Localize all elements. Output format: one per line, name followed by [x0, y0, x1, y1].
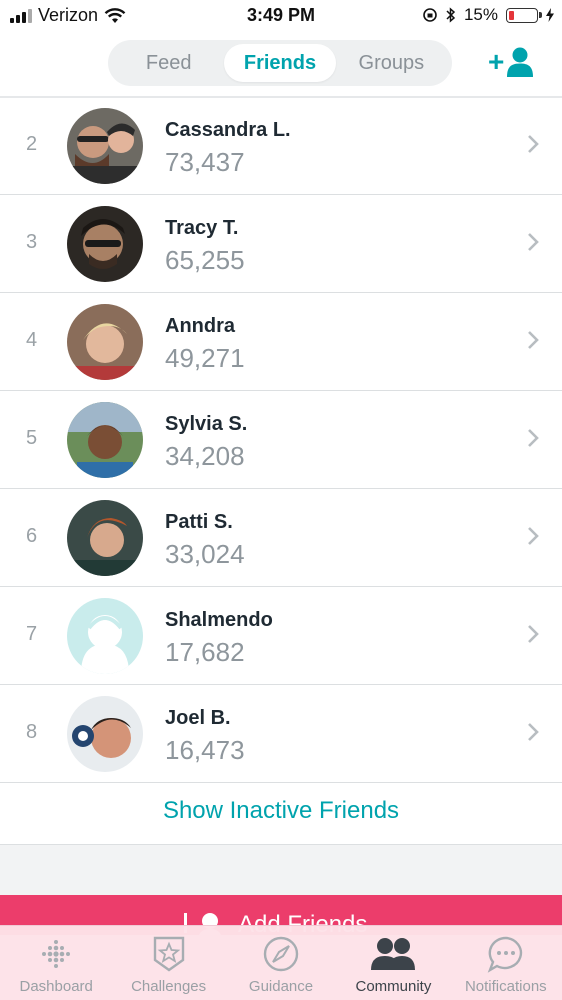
avatar: [67, 206, 143, 282]
friends-leaderboard: 2 Cassandra L. 73,437 3 Tracy T. 65,255 …: [0, 97, 562, 783]
avatar: [67, 402, 143, 478]
show-inactive-friends-link[interactable]: Show Inactive Friends: [0, 778, 562, 845]
community-header: Feed Friends Groups +: [0, 32, 562, 98]
status-right: 15%: [422, 5, 554, 25]
leaderboard-row[interactable]: 8 Joel B. 16,473: [0, 685, 562, 783]
leaderboard-row[interactable]: 2 Cassandra L. 73,437: [0, 97, 562, 195]
friend-name: Tracy T.: [165, 217, 239, 239]
tab-community[interactable]: Community: [337, 926, 449, 1000]
tab-notifications[interactable]: Notifications: [450, 926, 562, 1000]
chevron-right-icon: [528, 625, 539, 643]
star-badge-icon: [153, 936, 184, 972]
friend-name: Shalmendo: [165, 609, 273, 631]
chevron-right-icon: [528, 233, 539, 251]
tab-friends[interactable]: Friends: [224, 44, 336, 82]
step-count: 33,024: [165, 539, 245, 569]
chevron-right-icon: [528, 429, 539, 447]
plus-icon: +: [488, 46, 505, 77]
tab-label: Challenges: [131, 978, 207, 995]
step-count: 16,473: [165, 735, 245, 765]
leaderboard-row[interactable]: 6 Patti S. 33,024: [0, 489, 562, 587]
rank-number: 8: [26, 721, 38, 743]
bluetooth-icon: [446, 7, 456, 23]
charging-bolt-icon: [546, 8, 554, 22]
section-spacer: [0, 845, 562, 895]
avatar: [67, 500, 143, 576]
orientation-lock-icon: [423, 8, 437, 22]
add-user-icon: [507, 47, 534, 77]
dashboard-dots-icon: [42, 940, 71, 968]
rank-number: 5: [26, 427, 38, 449]
leaderboard-row[interactable]: 7 Shalmendo 17,682: [0, 587, 562, 685]
tab-dashboard[interactable]: Dashboard: [0, 926, 112, 1000]
chevron-right-icon: [528, 723, 539, 741]
avatar: [67, 696, 143, 772]
battery-level: [509, 10, 514, 20]
battery-icon: [506, 7, 542, 23]
chat-bubble-icon: [487, 936, 522, 973]
friend-name: Anndra: [165, 315, 235, 337]
friend-name: Joel B.: [165, 707, 231, 729]
compass-icon: [263, 936, 299, 972]
friend-name: Cassandra L.: [165, 119, 291, 141]
tab-label: Guidance: [248, 978, 314, 995]
rank-number: 4: [26, 329, 38, 351]
status-bar: Verizon 3:49 PM 15%: [0, 0, 562, 32]
default-avatar-icon: [67, 598, 143, 674]
chevron-right-icon: [528, 135, 539, 153]
leaderboard-row[interactable]: 4 Anndra 49,271: [0, 293, 562, 391]
tab-feed[interactable]: Feed: [113, 44, 224, 82]
avatar: [67, 108, 143, 184]
step-count: 34,208: [165, 441, 245, 471]
add-friend-button[interactable]: +: [488, 44, 540, 80]
community-segmented-control: Feed Friends Groups: [108, 40, 452, 86]
step-count: 49,271: [165, 343, 245, 373]
step-count: 17,682: [165, 637, 245, 667]
friend-name: Patti S.: [165, 511, 233, 533]
tab-challenges[interactable]: Challenges: [112, 926, 224, 1000]
people-icon: [371, 938, 416, 970]
chevron-right-icon: [528, 527, 539, 545]
tab-label: Dashboard: [19, 978, 93, 995]
avatar: [67, 304, 143, 380]
leaderboard-row[interactable]: 5 Sylvia S. 34,208: [0, 391, 562, 489]
friend-name: Sylvia S.: [165, 413, 248, 435]
chevron-right-icon: [528, 331, 539, 349]
rank-number: 2: [26, 133, 38, 155]
step-count: 65,255: [165, 245, 245, 275]
tab-label: Notifications: [464, 978, 547, 995]
rank-number: 6: [26, 525, 38, 547]
battery-percent: 15%: [463, 5, 498, 24]
rank-number: 7: [26, 623, 38, 645]
step-count: 73,437: [165, 147, 245, 177]
rank-number: 3: [26, 231, 38, 253]
bottom-tab-bar: Dashboard Challenges Guidance Community …: [0, 925, 562, 1000]
leaderboard-row[interactable]: 3 Tracy T. 65,255: [0, 195, 562, 293]
tab-groups[interactable]: Groups: [336, 44, 447, 82]
tab-guidance[interactable]: Guidance: [225, 926, 337, 1000]
tab-label: Community: [355, 978, 432, 995]
